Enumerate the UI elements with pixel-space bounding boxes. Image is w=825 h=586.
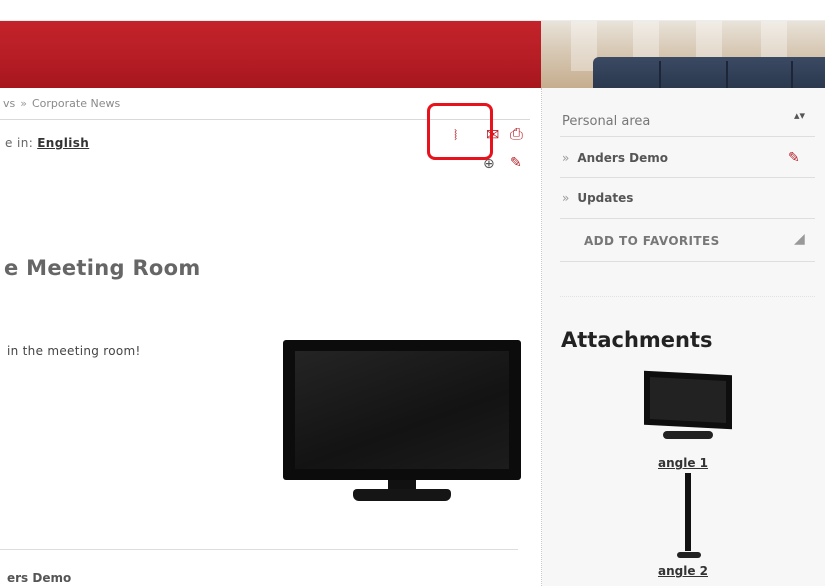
breadcrumb-separator: »	[20, 97, 27, 110]
article-footer-divider	[0, 549, 518, 550]
article-body: in the meeting room!	[7, 344, 141, 358]
sidebar-divider	[560, 218, 815, 219]
attachment-thumbnail[interactable]	[675, 473, 705, 559]
language-selector: e in: English	[5, 136, 89, 150]
sidebar-dotted-divider	[560, 296, 815, 297]
language-link[interactable]: English	[37, 136, 89, 150]
thumb-panel	[685, 473, 691, 551]
breadcrumb-parent-link[interactable]: vs	[3, 97, 15, 110]
article-title: e Meeting Room	[4, 256, 201, 280]
tv-screen	[295, 351, 509, 469]
sofa-seam	[726, 61, 728, 88]
raquo-icon: »	[562, 191, 570, 205]
attachment-link[interactable]: angle 1	[658, 456, 708, 470]
print-icon[interactable]: ⎙	[510, 126, 523, 142]
article-author: ers Demo	[7, 571, 72, 585]
personal-area-label[interactable]: Personal area	[562, 114, 650, 129]
thumb-base	[663, 431, 713, 439]
tv-neck	[388, 480, 416, 489]
thumb-screen	[650, 377, 726, 423]
sofa-seam	[791, 61, 793, 88]
browser-top-strip	[0, 0, 825, 21]
raquo-icon: »	[562, 151, 570, 165]
favorites-arrow-icon: ◢	[794, 231, 805, 247]
sidebar-divider	[560, 177, 815, 178]
edit-icon[interactable]: ✎	[510, 155, 522, 171]
breadcrumb-current-link[interactable]: Corporate News	[32, 97, 120, 110]
edit-icon[interactable]: ✎	[788, 150, 800, 166]
header-photo	[541, 21, 825, 88]
tv-base	[353, 489, 451, 501]
tv-image	[283, 340, 521, 503]
thumb-base	[677, 552, 701, 558]
sidebar-divider	[560, 261, 815, 262]
updown-icon[interactable]: ▴▾	[794, 110, 805, 121]
attachment-thumbnail[interactable]	[643, 370, 733, 441]
sidebar-item-label: Updates	[577, 191, 634, 205]
language-label: e in:	[5, 136, 34, 150]
add-to-favorites-button[interactable]: ADD TO FAVORITES	[584, 234, 720, 248]
sofa-seam	[659, 61, 661, 88]
rss-highlight-box	[427, 103, 493, 160]
sidebar-item-user[interactable]: » Anders Demo	[562, 151, 668, 165]
sidebar-item-updates[interactable]: » Updates	[562, 191, 633, 205]
attachments-heading: Attachments	[561, 328, 713, 352]
header-banner	[0, 21, 541, 88]
sidebar-item-label: Anders Demo	[577, 151, 668, 165]
breadcrumb: vs » Corporate News	[3, 97, 120, 110]
attachment-link[interactable]: angle 2	[658, 564, 708, 578]
sidebar-divider	[560, 136, 815, 137]
